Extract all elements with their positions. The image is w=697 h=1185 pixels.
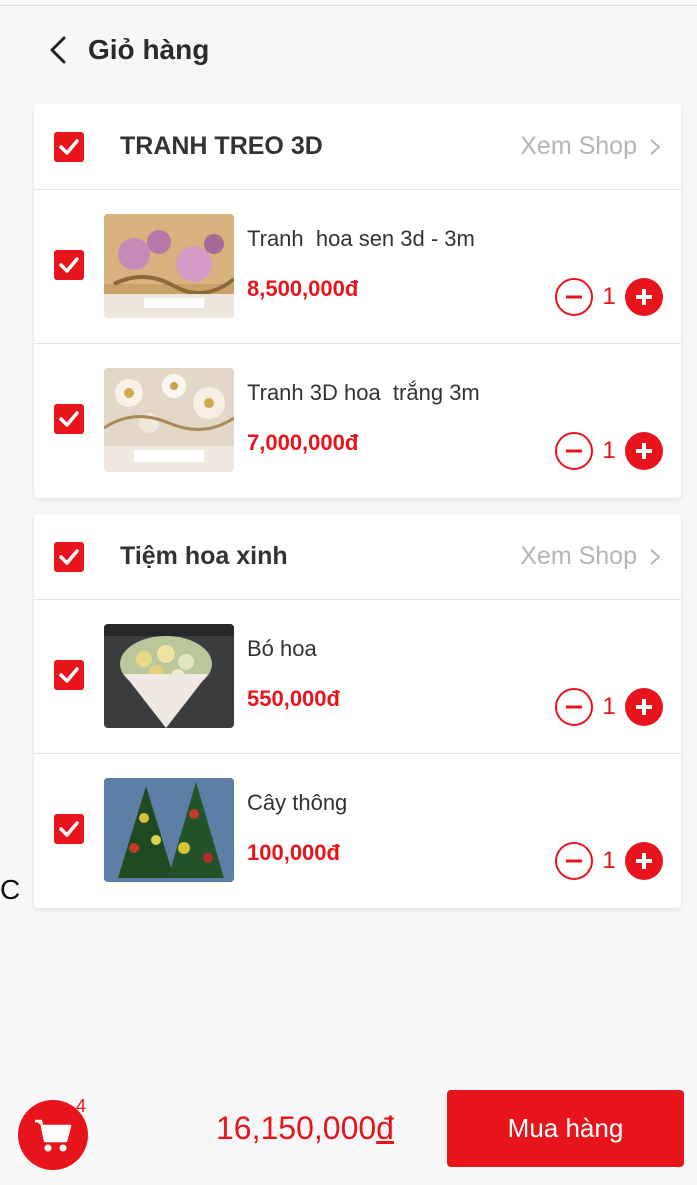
view-shop-link[interactable]: Xem Shop — [520, 542, 661, 571]
total-currency: đ — [376, 1110, 394, 1146]
shop-name: Tiệm hoa xinh — [120, 542, 288, 570]
shop-header: TRANH TREO 3D Xem Shop — [34, 104, 681, 190]
view-shop-label: Xem Shop — [520, 132, 637, 160]
check-icon — [59, 549, 79, 565]
check-icon — [59, 667, 79, 683]
item-name: Cây thông — [247, 790, 348, 815]
item-name: Bó hoa — [247, 636, 317, 661]
item-checkbox[interactable] — [54, 404, 84, 434]
check-icon — [59, 139, 79, 155]
minus-icon[interactable] — [555, 842, 593, 880]
cart-item: Bó hoa 550,000đ 1 — [34, 600, 681, 754]
item-price: 8,500,000đ — [247, 276, 359, 301]
quantity-stepper: 1 — [555, 278, 663, 316]
quantity-value: 1 — [602, 283, 616, 310]
item-checkbox[interactable] — [54, 814, 84, 844]
check-icon — [59, 411, 79, 427]
lotus-wallpaper-image[interactable] — [104, 214, 234, 318]
cart-item: Tranh 3D hoa trắng 3m 7,000,000đ 1 — [34, 344, 681, 498]
view-shop-label: Xem Shop — [520, 542, 637, 570]
chevron-left-icon[interactable] — [38, 20, 78, 80]
shop-name: TRANH TREO 3D — [120, 132, 323, 160]
page-title: Giỏ hàng — [88, 34, 210, 65]
shop-card-tranh-treo-3d: TRANH TREO 3D Xem Shop Tranh hoa sen 3d … — [34, 104, 681, 498]
cart-screen: Giỏ hàng TRANH TREO 3D Xem Shop Tranh ho… — [0, 0, 697, 1185]
plus-icon[interactable] — [625, 842, 663, 880]
minus-icon[interactable] — [555, 278, 593, 316]
shop-checkbox[interactable] — [54, 132, 84, 162]
shop-header: Tiệm hoa xinh Xem Shop — [34, 514, 681, 600]
flower-bouquet-image[interactable] — [104, 624, 234, 728]
cart-item: Cây thông 100,000đ 1 — [34, 754, 681, 908]
check-icon — [59, 257, 79, 273]
plus-icon[interactable] — [625, 432, 663, 470]
app-header: Giỏ hàng — [0, 20, 697, 80]
item-name: Tranh 3D hoa trắng 3m — [247, 380, 480, 405]
item-checkbox[interactable] — [54, 660, 84, 690]
edge-letter: C — [0, 874, 21, 905]
view-shop-link[interactable]: Xem Shop — [520, 132, 661, 161]
chevron-right-icon — [650, 138, 661, 155]
check-icon — [59, 821, 79, 837]
buy-button[interactable]: Mua hàng — [447, 1090, 684, 1167]
plus-icon[interactable] — [625, 688, 663, 726]
cart-item: Tranh hoa sen 3d - 3m 8,500,000đ 1 — [34, 190, 681, 344]
shop-checkbox[interactable] — [54, 542, 84, 572]
item-checkbox[interactable] — [54, 250, 84, 280]
minus-icon[interactable] — [555, 432, 593, 470]
quantity-value: 1 — [602, 437, 616, 464]
quantity-stepper: 1 — [555, 842, 663, 880]
white-flower-wallpaper-image[interactable] — [104, 368, 234, 472]
status-divider — [0, 0, 697, 6]
quantity-stepper: 1 — [555, 432, 663, 470]
chevron-right-icon — [650, 548, 661, 565]
item-name: Tranh hoa sen 3d - 3m — [247, 226, 475, 251]
total-value: 16,150,000 — [216, 1110, 377, 1146]
christmas-tree-image[interactable] — [104, 778, 234, 882]
total-amount: 16,150,000đ — [216, 1110, 394, 1147]
quantity-value: 1 — [602, 693, 616, 720]
item-price: 7,000,000đ — [247, 430, 359, 455]
cart-count-badge: 4 — [76, 1096, 87, 1116]
shop-card-tiem-hoa-xinh: Tiệm hoa xinh Xem Shop Bó hoa 550,000đ 1… — [34, 514, 681, 908]
minus-icon[interactable] — [555, 688, 593, 726]
checkout-bar: 4 16,150,000đ Mua hàng — [0, 1080, 697, 1185]
plus-icon[interactable] — [625, 278, 663, 316]
item-price: 550,000đ — [247, 686, 340, 711]
quantity-value: 1 — [602, 847, 616, 874]
item-price: 100,000đ — [247, 840, 340, 865]
quantity-stepper: 1 — [555, 688, 663, 726]
